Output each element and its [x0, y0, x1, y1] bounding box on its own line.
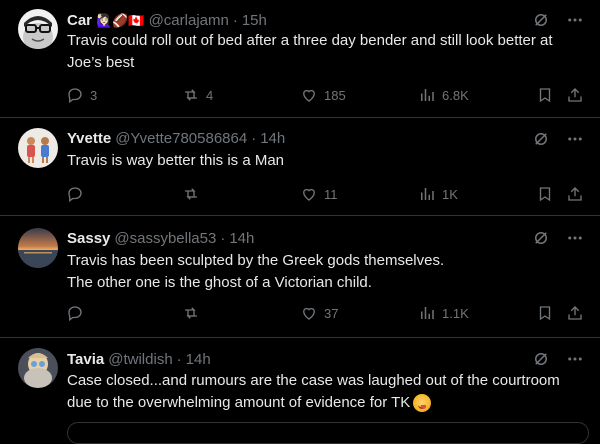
- post[interactable]: Tavia @twildish · 14h Case closed...and …: [0, 338, 600, 428]
- handle[interactable]: @sassybella53: [114, 230, 216, 247]
- reply-button[interactable]: [66, 304, 84, 322]
- timestamp[interactable]: 15h: [242, 12, 267, 29]
- avatar[interactable]: [18, 228, 58, 268]
- repost-icon: [185, 307, 197, 319]
- repost-icon: [185, 188, 197, 200]
- timestamp[interactable]: 14h: [260, 130, 285, 147]
- repost-button[interactable]: [182, 304, 200, 322]
- post-text: Travis is way better this is a Man: [67, 150, 580, 172]
- like-button[interactable]: 185: [300, 86, 346, 104]
- post-text-line: Joe’s best: [67, 54, 135, 71]
- display-name[interactable]: Tavia: [67, 351, 104, 368]
- separator-dot: ·: [232, 11, 238, 29]
- reply-count: 3: [90, 87, 98, 103]
- like-icon: [303, 89, 315, 102]
- avatar[interactable]: [18, 128, 58, 168]
- views-icon: [421, 89, 434, 101]
- reply-icon: [68, 88, 82, 104]
- post-text-line: The other one is the ghost of a Victoria…: [67, 274, 372, 291]
- like-count: 11: [324, 186, 338, 202]
- avatar[interactable]: [18, 348, 58, 388]
- separator-dot: ·: [251, 129, 257, 147]
- reply-icon: [68, 306, 82, 322]
- post-text-line: Travis could roll out of bed after a thr…: [67, 32, 553, 49]
- like-count: 185: [324, 87, 346, 103]
- view-count: 1K: [442, 186, 458, 202]
- grok-icon[interactable]: [532, 130, 550, 148]
- share-button[interactable]: [566, 185, 584, 203]
- name-emojis: 🙋🏻‍♀️🏈🇨🇦: [96, 12, 145, 28]
- quoted-card[interactable]: [67, 422, 589, 444]
- grok-icon[interactable]: [532, 350, 550, 368]
- post-text-line: Travis is way better this is a Man: [67, 152, 285, 169]
- display-name[interactable]: Yvette: [67, 130, 111, 147]
- repost-icon: [185, 89, 197, 101]
- post-text: Travis could roll out of bed after a thr…: [67, 30, 580, 74]
- bookmark-icon: [539, 187, 551, 202]
- share-button[interactable]: [566, 304, 584, 322]
- post-text: Travis has been sculpted by the Greek go…: [67, 250, 580, 294]
- views-button[interactable]: 1.1K: [418, 304, 469, 322]
- handle[interactable]: @Yvette780586864: [115, 130, 247, 147]
- like-button[interactable]: 37: [300, 304, 338, 322]
- handle[interactable]: @carlajamn: [149, 12, 229, 29]
- bookmark-button[interactable]: [536, 86, 554, 104]
- smiley-icon: [413, 394, 432, 413]
- handle[interactable]: @twildish: [108, 351, 172, 368]
- post-text-segment: due to the overwhelming amount of eviden…: [67, 394, 411, 411]
- view-count: 6.8K: [442, 87, 469, 103]
- display-name[interactable]: Sassy: [67, 230, 110, 247]
- like-icon: [303, 188, 315, 201]
- reply-button[interactable]: [66, 185, 84, 203]
- share-button[interactable]: [566, 86, 584, 104]
- like-count: 37: [324, 305, 339, 321]
- display-name[interactable]: Car: [67, 12, 92, 29]
- post[interactable]: Yvette @Yvette780586864 · 14h Travis is …: [0, 118, 600, 216]
- like-button[interactable]: 11: [300, 185, 338, 203]
- more-icon[interactable]: [566, 350, 584, 368]
- post-text-line: due to the overwhelming amount of eviden…: [67, 392, 580, 414]
- separator-dot: ·: [176, 350, 182, 368]
- views-button[interactable]: 1K: [418, 185, 458, 203]
- post-text-line: Case closed...and rumours are the case w…: [67, 372, 560, 389]
- more-icon[interactable]: [566, 229, 584, 247]
- bookmark-icon: [539, 88, 551, 103]
- more-icon[interactable]: [566, 11, 584, 29]
- views-icon: [421, 307, 434, 319]
- avatar[interactable]: [18, 9, 58, 49]
- post[interactable]: Car 🙋🏻‍♀️🏈🇨🇦 @carlajamn · 15h Travis cou…: [0, 0, 600, 118]
- grok-icon[interactable]: [532, 229, 550, 247]
- repost-button[interactable]: [182, 185, 200, 203]
- post-text: Case closed...and rumours are the case w…: [67, 370, 580, 414]
- views-icon: [421, 188, 434, 200]
- repost-button[interactable]: 4: [182, 86, 213, 104]
- views-button[interactable]: 6.8K: [418, 86, 469, 104]
- grok-icon[interactable]: [532, 11, 550, 29]
- share-icon: [568, 88, 582, 102]
- bookmark-button[interactable]: [536, 304, 554, 322]
- timestamp[interactable]: 14h: [186, 351, 211, 368]
- repost-count: 4: [206, 87, 214, 103]
- share-icon: [568, 306, 582, 320]
- reply-button[interactable]: 3: [66, 86, 97, 104]
- separator-dot: ·: [220, 229, 226, 247]
- view-count: 1.1K: [442, 305, 469, 321]
- like-icon: [303, 307, 315, 320]
- post[interactable]: Sassy @sassybella53 · 14h Travis has bee…: [0, 216, 600, 338]
- more-icon[interactable]: [566, 130, 584, 148]
- bookmark-icon: [539, 306, 551, 321]
- timestamp[interactable]: 14h: [229, 230, 254, 247]
- bookmark-button[interactable]: [536, 185, 554, 203]
- reply-icon: [68, 187, 82, 203]
- share-icon: [568, 187, 582, 201]
- post-text-line: Travis has been sculpted by the Greek go…: [67, 252, 445, 269]
